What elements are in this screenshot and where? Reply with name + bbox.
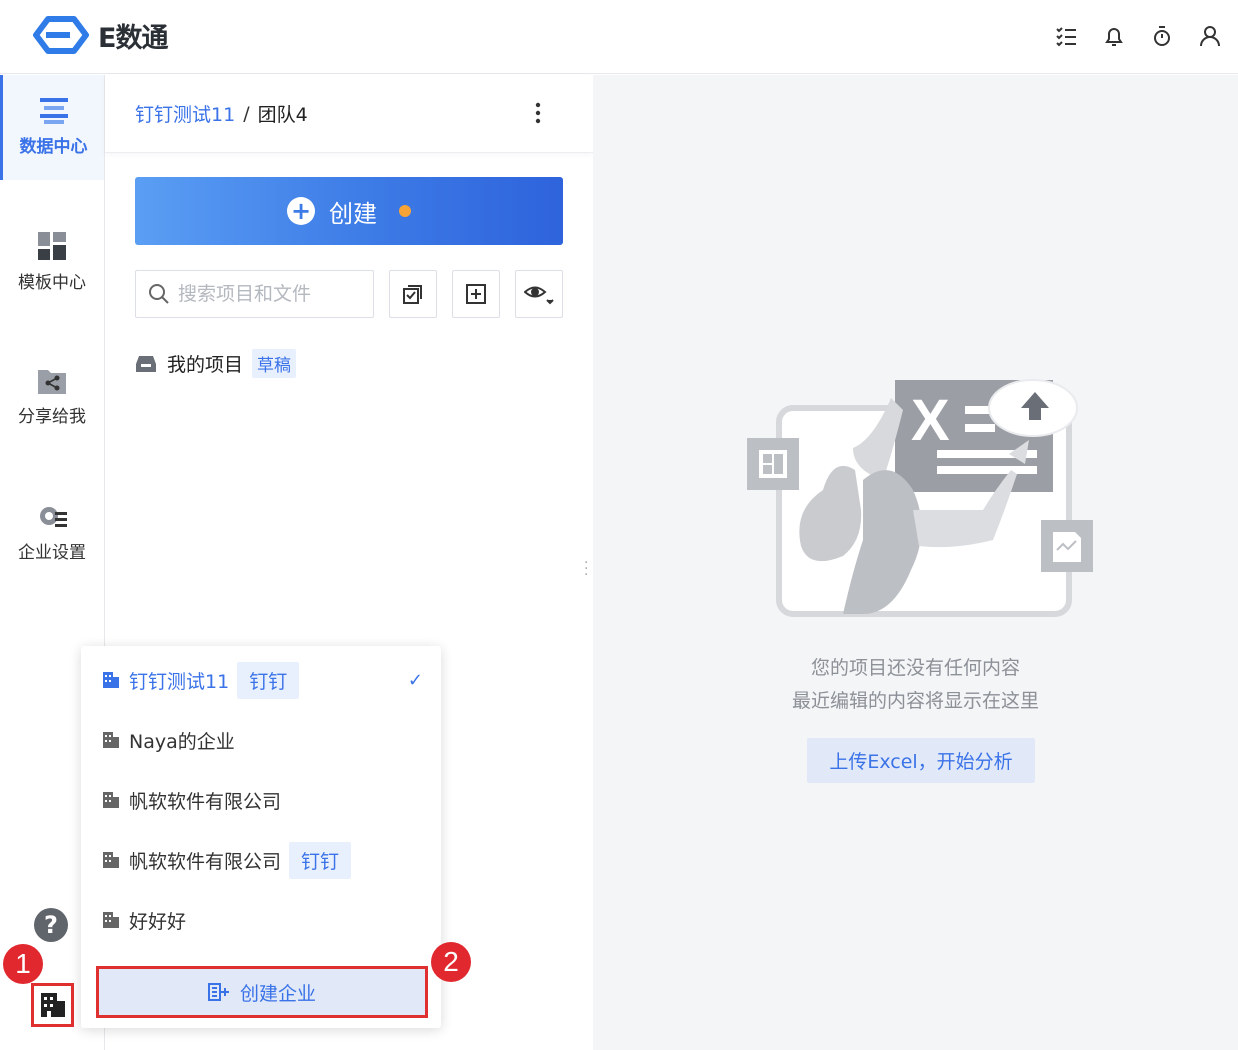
- enterprise-item[interactable]: 帆软软件有限公司 钉钉: [81, 838, 441, 882]
- enterprise-item[interactable]: Naya的企业: [81, 718, 441, 762]
- create-enterprise-button[interactable]: 创建企业: [96, 966, 428, 1018]
- enterprise-settings-icon: [40, 507, 67, 527]
- dingtalk-tag: 钉钉: [237, 661, 300, 699]
- nav-label: 数据中心: [19, 137, 88, 157]
- my-project-item[interactable]: 我的项目 草稿: [135, 349, 297, 378]
- new-folder-button[interactable]: [452, 270, 500, 318]
- bell-icon[interactable]: [1100, 22, 1128, 50]
- main-content: X 您的项目还没有任何内容 最近编辑的内容将显示在这里 上传Excel，开始分析: [593, 75, 1238, 1050]
- building-icon: [40, 993, 65, 1017]
- view-options-button[interactable]: [515, 270, 563, 318]
- annotation-badge-2: 2: [431, 942, 471, 982]
- eye-icon: [524, 286, 554, 305]
- logo-icon: [33, 16, 89, 54]
- nav-template-center[interactable]: 模板中心: [0, 210, 104, 315]
- batch-select-button[interactable]: [389, 270, 437, 318]
- empty-message-1: 您的项目还没有任何内容: [810, 657, 1020, 679]
- building-icon: [103, 792, 119, 808]
- building-icon: [103, 912, 119, 928]
- create-enterprise-label: 创建企业: [239, 982, 316, 1005]
- logo-text: E数通: [98, 22, 168, 54]
- create-label: 创建: [329, 199, 377, 228]
- checkbox-icon: [403, 285, 422, 304]
- create-button[interactable]: + 创建: [135, 177, 563, 245]
- enterprise-switch-button[interactable]: [31, 983, 74, 1027]
- enterprise-name: Naya的企业: [129, 730, 235, 753]
- enterprise-item[interactable]: 钉钉测试11 钉钉 ✓: [81, 658, 441, 702]
- nav-label: 分享给我: [18, 407, 86, 427]
- plus-icon: +: [287, 197, 315, 225]
- search-icon: [149, 284, 169, 304]
- enterprise-item[interactable]: 好好好: [81, 898, 441, 942]
- inbox-icon: [136, 355, 156, 372]
- annotation-badge-1: 1: [3, 944, 43, 984]
- upload-excel-button[interactable]: 上传Excel，开始分析: [807, 738, 1035, 783]
- building-icon: [103, 672, 119, 688]
- more-icon[interactable]: [535, 101, 541, 125]
- project-label: 我的项目: [167, 354, 244, 376]
- enterprise-switch-menu: 钉钉测试11 钉钉 ✓ Naya的企业 帆软软件有限公司 帆软软件有限公司 钉钉…: [81, 646, 441, 1028]
- panel-resize-handle[interactable]: · · ·: [584, 556, 588, 582]
- task-list-icon[interactable]: [1052, 22, 1080, 50]
- share-icon: [38, 370, 66, 394]
- search-input[interactable]: [178, 283, 368, 305]
- nav-label: 模板中心: [18, 273, 86, 293]
- logo[interactable]: E数通: [28, 15, 168, 55]
- empty-message-2: 最近编辑的内容将显示在这里: [791, 690, 1039, 712]
- nav-label: 企业设置: [18, 543, 86, 563]
- help-icon[interactable]: ?: [34, 908, 68, 942]
- building-icon: [103, 732, 119, 748]
- enterprise-name: 帆软软件有限公司: [129, 790, 282, 813]
- nav-shared-with-me[interactable]: 分享给我: [0, 345, 104, 450]
- timer-icon[interactable]: [1148, 22, 1176, 50]
- data-center-icon: [39, 98, 68, 124]
- breadcrumb-team: 团队4: [257, 104, 308, 126]
- dingtalk-tag: 钉钉: [289, 841, 352, 879]
- enterprise-item[interactable]: 帆软软件有限公司: [81, 778, 441, 822]
- empty-state-illustration: X: [747, 379, 1093, 617]
- building-icon: [103, 852, 119, 868]
- template-icon: [38, 232, 66, 260]
- user-icon[interactable]: [1196, 22, 1224, 50]
- breadcrumb: 钉钉测试11 / 团队4: [105, 75, 593, 153]
- check-icon: ✓: [407, 669, 423, 691]
- enterprise-name: 好好好: [129, 910, 187, 933]
- svg-text:X: X: [911, 388, 950, 453]
- notification-dot: [399, 205, 411, 217]
- top-bar: E数通: [0, 0, 1238, 74]
- nav-data-center[interactable]: 数据中心: [0, 75, 104, 180]
- breadcrumb-org[interactable]: 钉钉测试11: [135, 100, 235, 127]
- nav-enterprise-settings[interactable]: 企业设置: [0, 480, 104, 585]
- breadcrumb-separator: /: [243, 102, 250, 125]
- add-building-icon: [207, 983, 229, 1001]
- search-box: [135, 270, 374, 318]
- add-square-icon: [466, 284, 486, 304]
- enterprise-name: 帆软软件有限公司: [129, 850, 282, 873]
- enterprise-name: 钉钉测试11: [129, 670, 230, 693]
- draft-tag: 草稿: [252, 349, 297, 378]
